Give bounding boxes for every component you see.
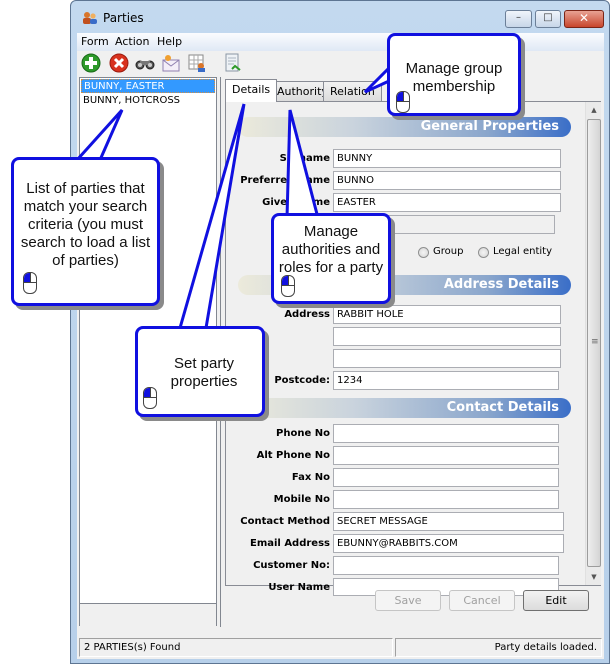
callout-details-text: Set party properties [170,355,238,390]
callout-authority-text: Manage authorities and roles for a party [278,223,384,276]
pointer-authority [285,109,320,220]
callout-authority: Manage authorities and roles for a party [271,213,391,304]
callout-list-text: List of parties that match your search c… [20,180,151,269]
mouse-icon [396,91,410,113]
callout-party-list: List of parties that match your search c… [11,157,160,306]
mouse-icon [281,275,295,297]
callout-group-membership: Manage group membership [387,33,521,116]
callout-details: Set party properties [135,326,265,417]
pointer-list [73,108,124,162]
mouse-icon [143,387,157,409]
pointer-details [178,103,246,330]
mouse-icon [23,272,37,294]
callout-group-text: Manage group membership [405,60,503,95]
